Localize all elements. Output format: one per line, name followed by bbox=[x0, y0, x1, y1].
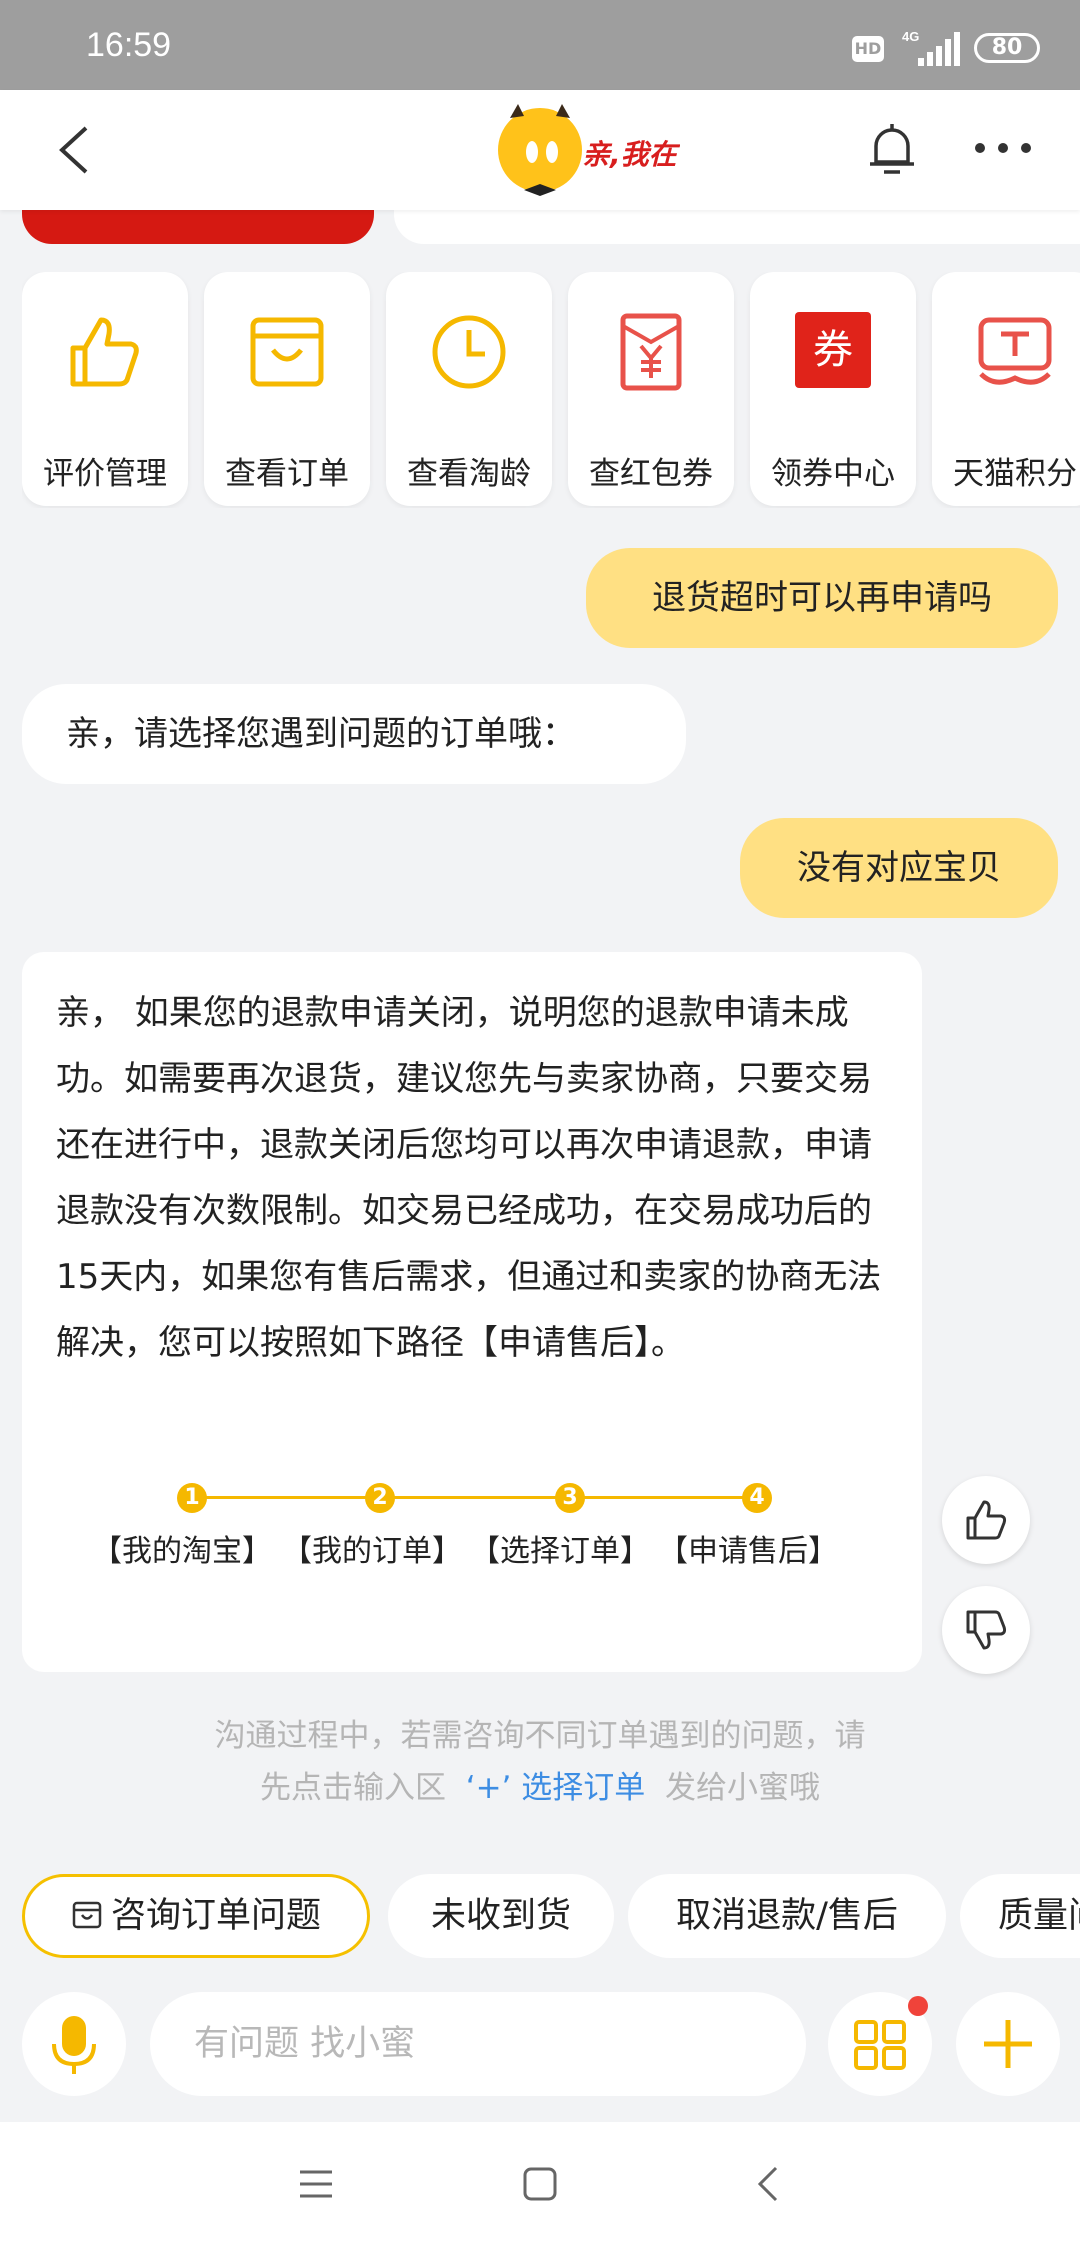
apps-button[interactable] bbox=[828, 1992, 932, 2096]
tools-row: 评价管理 查看订单 查看淘龄 查红包券 券 领券中心 天猫积分 bbox=[22, 272, 1080, 508]
menu-icon[interactable] bbox=[298, 2166, 334, 2202]
home-icon[interactable] bbox=[522, 2166, 558, 2202]
tool-red-envelope[interactable]: 查红包券 bbox=[568, 272, 734, 506]
more-icon[interactable] bbox=[970, 130, 1036, 166]
flow-step-label: 【选择订单】 bbox=[470, 1534, 650, 1569]
info-card[interactable] bbox=[394, 206, 1080, 244]
hd-badge: HD bbox=[852, 36, 884, 62]
flow-step-label: 【我的订单】 bbox=[282, 1534, 462, 1569]
user-message[interactable]: 没有对应宝贝 bbox=[740, 818, 1058, 918]
back-icon[interactable] bbox=[752, 2164, 782, 2204]
chip-order-question[interactable]: 咨询订单问题 bbox=[22, 1874, 370, 1958]
tool-label: 查看淘龄 bbox=[407, 456, 531, 492]
thumbs-down-icon bbox=[966, 1610, 1007, 1650]
tool-label: 领券中心 bbox=[771, 456, 895, 492]
clock-icon bbox=[432, 315, 506, 389]
select-order-link[interactable]: 选择订单 bbox=[521, 1770, 645, 1806]
flow-step-number: 4 bbox=[742, 1483, 772, 1513]
microphone-icon bbox=[52, 2016, 96, 2074]
flow-step-number: 1 bbox=[177, 1483, 207, 1513]
chip-not-received[interactable]: 未收到货 bbox=[388, 1874, 614, 1958]
red-envelope-icon bbox=[620, 313, 682, 391]
system-notice: 沟通过程中，若需咨询不同订单遇到的问题，请 先点击输入区 ‘+’ 选择订单 发给… bbox=[170, 1710, 910, 1814]
chat-header: 亲,我在 bbox=[0, 90, 1080, 210]
status-bar: 16:59 HD 4G 80 bbox=[0, 0, 1080, 90]
tool-review-management[interactable]: 评价管理 bbox=[22, 272, 188, 506]
thumbs-up-icon bbox=[966, 1500, 1007, 1540]
input-bar: 有问题 找小蜜 bbox=[0, 1972, 1080, 2122]
system-nav-bar bbox=[0, 2122, 1080, 2248]
add-button[interactable] bbox=[956, 1992, 1060, 2096]
network-label: 4G bbox=[902, 29, 919, 44]
chip-cancel-refund[interactable]: 取消退款/售后 bbox=[628, 1874, 946, 1958]
after-sale-path: 1 2 3 4 【我的淘宝】 【我的订单】 【选择订单】 【申请售后】 bbox=[60, 1474, 860, 1574]
dislike-button[interactable] bbox=[942, 1586, 1030, 1674]
tool-account-age[interactable]: 查看淘龄 bbox=[386, 272, 552, 506]
chip-quality-issue[interactable]: 质量问题 bbox=[960, 1874, 1080, 1958]
tmall-icon bbox=[978, 317, 1052, 385]
plus-hint: ‘+’ bbox=[465, 1770, 512, 1806]
like-button[interactable] bbox=[942, 1476, 1030, 1564]
logo-text: 亲,我在 bbox=[582, 138, 680, 171]
voice-button[interactable] bbox=[22, 1992, 126, 2096]
thumbs-up-icon bbox=[70, 317, 139, 387]
bot-message[interactable]: 亲，请选择您遇到问题的订单哦： bbox=[22, 684, 686, 784]
flow-step-number: 2 bbox=[365, 1483, 395, 1513]
flow-step-label: 【申请售后】 bbox=[658, 1534, 838, 1569]
promo-banner[interactable] bbox=[22, 206, 374, 244]
status-time: 16:59 bbox=[86, 26, 172, 64]
back-arrow-icon[interactable] bbox=[50, 120, 100, 180]
shopping-bag-icon bbox=[250, 317, 324, 387]
coupon-icon: 券 bbox=[795, 312, 871, 388]
bot-answer-text: 亲， 如果您的退款申请关闭，说明您的退款申请未成功。如需要再次退货，建议您先与卖… bbox=[56, 993, 882, 1363]
assistant-logo: 亲,我在 bbox=[490, 98, 681, 204]
notice-text: 发给小蜜哦 bbox=[664, 1770, 820, 1806]
bell-icon[interactable] bbox=[862, 118, 922, 182]
signal-icon: 4G bbox=[898, 28, 960, 68]
tool-label: 查看订单 bbox=[225, 456, 349, 492]
message-input[interactable]: 有问题 找小蜜 bbox=[150, 1992, 806, 2096]
tool-view-orders[interactable]: 查看订单 bbox=[204, 272, 370, 506]
flow-step-label: 【我的淘宝】 bbox=[92, 1534, 272, 1569]
bag-icon bbox=[72, 1901, 102, 1929]
user-message[interactable]: 退货超时可以再申请吗 bbox=[586, 548, 1058, 648]
tool-label: 查红包券 bbox=[589, 456, 713, 492]
flow-line bbox=[192, 1496, 755, 1499]
tool-label: 评价管理 bbox=[43, 456, 167, 492]
quick-reply-bar: 咨询订单问题 未收到货 取消退款/售后 质量问题 bbox=[0, 1862, 1080, 1962]
plus-icon bbox=[984, 2020, 1032, 2068]
tool-coupon-center[interactable]: 券 领券中心 bbox=[750, 272, 916, 506]
bot-answer-card[interactable]: 亲， 如果您的退款申请关闭，说明您的退款申请未成功。如需要再次退货，建议您先与卖… bbox=[22, 952, 922, 1672]
tool-tmall-points[interactable]: 天猫积分 bbox=[932, 272, 1080, 506]
notice-line-2: 先点击输入区 ‘+’ 选择订单 发给小蜜哦 bbox=[170, 1762, 910, 1814]
tool-label: 天猫积分 bbox=[953, 456, 1077, 492]
notice-line-1: 沟通过程中，若需咨询不同订单遇到的问题，请 bbox=[214, 1718, 866, 1754]
flow-step-number: 3 bbox=[555, 1483, 585, 1513]
notification-dot bbox=[908, 1996, 928, 2016]
chip-label: 咨询订单问题 bbox=[110, 1896, 321, 1936]
top-banner-strip bbox=[0, 206, 1080, 248]
notice-text: 先点击输入区 bbox=[260, 1770, 446, 1806]
battery-indicator: 80 bbox=[974, 33, 1040, 63]
